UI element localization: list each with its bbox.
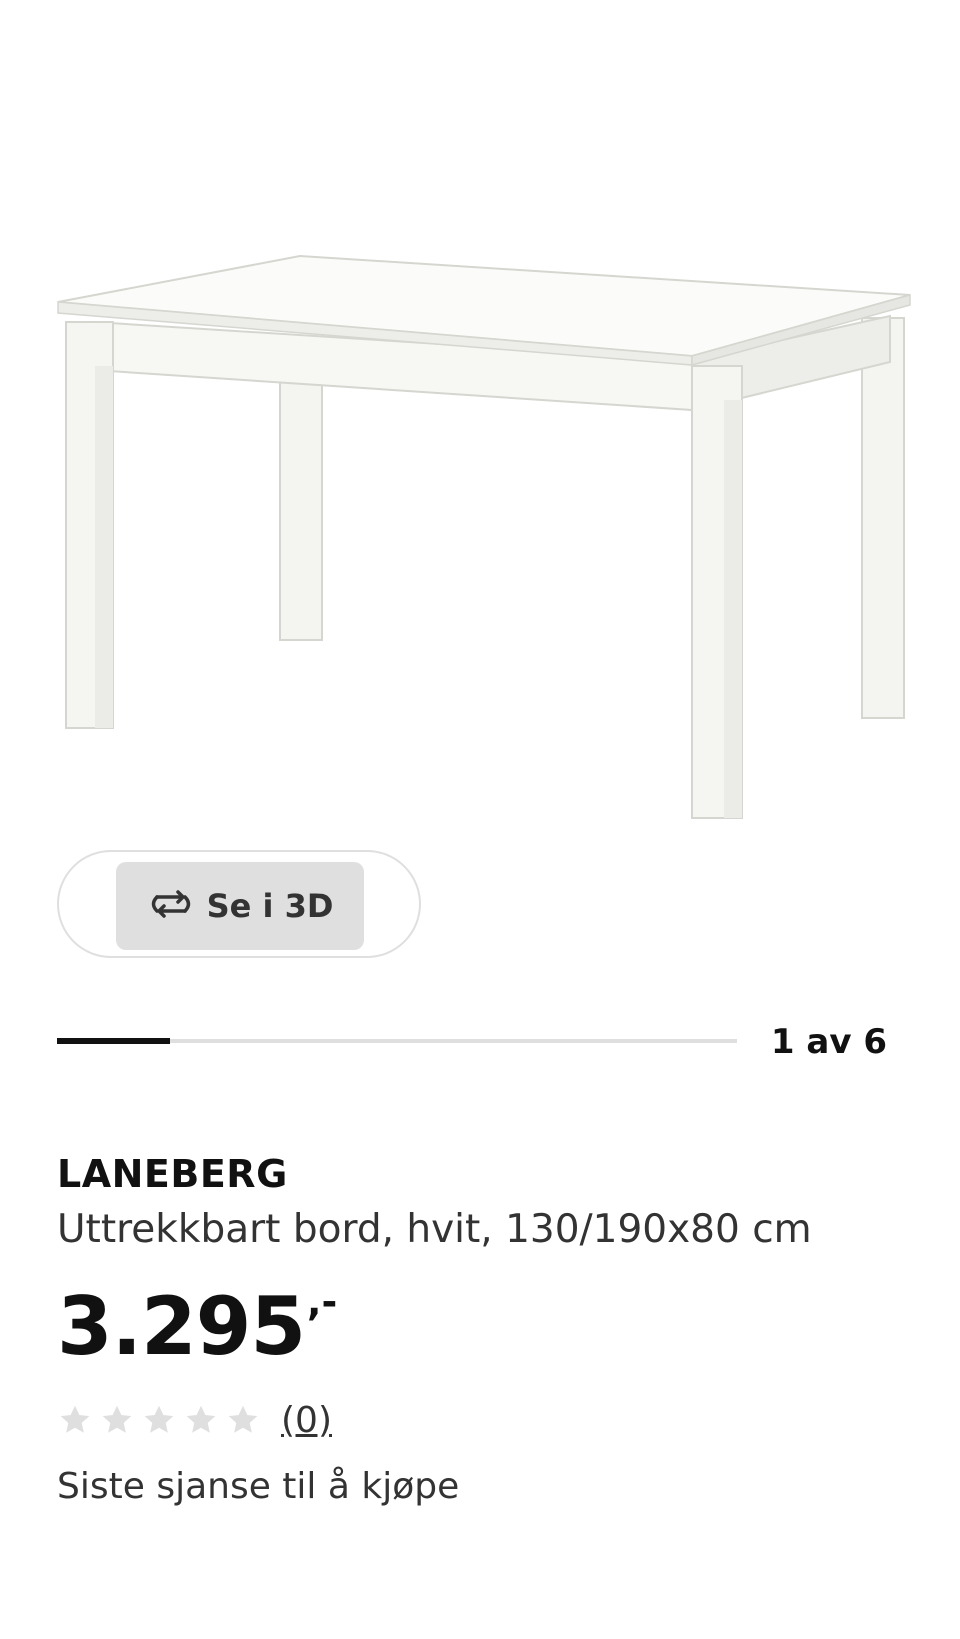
table-illustration <box>57 254 911 819</box>
view-3d-button[interactable]: Se i 3D <box>116 862 364 950</box>
carousel-counter: 1 av 6 <box>770 1022 887 1062</box>
rating-stars <box>57 1402 261 1438</box>
product-rating[interactable]: (0) <box>57 1395 332 1445</box>
product-image[interactable] <box>0 0 960 830</box>
availability-status: Siste sjanse til å kjøpe <box>57 1466 460 1507</box>
price-suffix: ,- <box>307 1280 338 1324</box>
star-icon <box>144 1405 174 1433</box>
view-3d-container: Se i 3D <box>57 850 421 958</box>
star-icon <box>102 1405 132 1433</box>
rotate-3d-icon <box>147 889 195 923</box>
carousel-progress-fill <box>57 1038 171 1044</box>
price-amount: 3.295 <box>57 1280 306 1373</box>
carousel-progress[interactable] <box>57 1038 737 1044</box>
view-3d-label: Se i 3D <box>206 887 334 925</box>
product-description: Uttrekkbart bord, hvit, 130/190x80 cm <box>57 1207 812 1252</box>
star-icon <box>186 1405 216 1433</box>
star-icon <box>228 1405 258 1433</box>
product-price: 3.295 ,- <box>57 1277 337 1377</box>
review-count-link[interactable]: (0) <box>281 1400 332 1441</box>
star-icon <box>60 1405 90 1433</box>
product-name[interactable]: LANEBERG <box>57 1152 288 1196</box>
